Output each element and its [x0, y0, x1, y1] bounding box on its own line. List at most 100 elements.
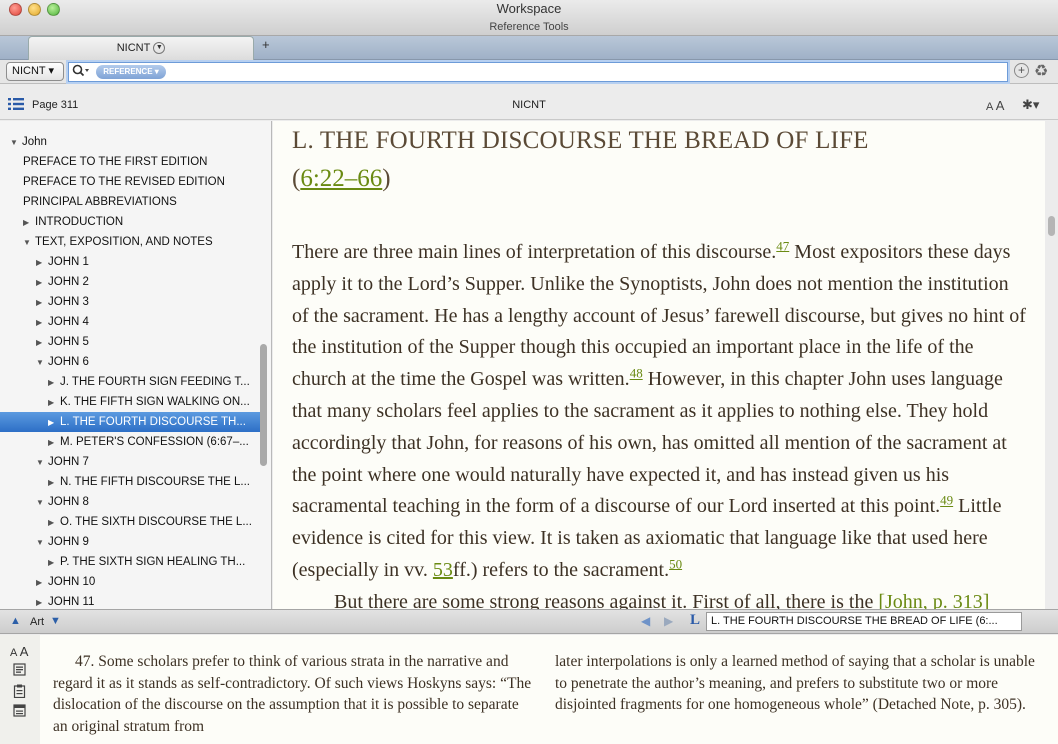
toc-item[interactable]: ▶ JOHN 2 [0, 272, 260, 292]
toc-item[interactable]: ▼ JOHN 8 [0, 492, 260, 512]
toc-item-label: PREFACE TO THE REVISED EDITION [23, 176, 225, 188]
art-label: Art [30, 616, 45, 628]
font-smaller-button[interactable]: A [986, 101, 993, 113]
disclosure-closed-icon[interactable]: ▶ [48, 553, 60, 572]
disclosure-open-icon[interactable]: ▼ [36, 353, 48, 372]
disclosure-closed-icon[interactable]: ▶ [48, 393, 60, 412]
section-title: L. THE FOURTH DISCOURSE THE BREAD OF LIF… [292, 127, 869, 154]
toc-item-label: M. PETER'S CONFESSION (6:67–... [60, 436, 249, 448]
disclosure-closed-icon[interactable]: ▶ [48, 513, 60, 532]
toc-item[interactable]: ▼ TEXT, EXPOSITION, AND NOTES [0, 232, 260, 252]
disclosure-open-icon[interactable]: ▼ [10, 133, 22, 152]
toc-item[interactable]: ▶ JOHN 11 [0, 592, 260, 609]
panel-layout-icon[interactable] [13, 704, 26, 720]
toc-item-label: L. THE FOURTH DISCOURSE TH... [60, 416, 246, 428]
toc-item-label: P. THE SIXTH SIGN HEALING TH... [60, 556, 246, 568]
tab-label: NICNT [116, 42, 151, 54]
section-field[interactable]: L. THE FOURTH DISCOURSE THE BREAD OF LIF… [706, 612, 1022, 631]
scripture-link[interactable]: 6:22–66 [300, 165, 382, 192]
note-display-icon[interactable] [13, 663, 26, 679]
toc-item-label: JOHN 5 [48, 336, 89, 348]
clipboard-icon[interactable] [13, 684, 26, 701]
toc-item-label: O. THE SIXTH DISCOURSE THE L... [60, 516, 252, 528]
disclosure-closed-icon[interactable]: ▶ [48, 473, 60, 492]
page-link[interactable]: [John, p. 313] [878, 591, 989, 609]
chevron-down-icon[interactable]: ▼ [153, 42, 166, 55]
search-input[interactable] [68, 62, 1008, 82]
disclosure-closed-icon[interactable]: ▶ [48, 433, 60, 452]
disclosure-open-icon[interactable]: ▼ [36, 533, 48, 552]
reference-mode-pill[interactable]: REFERENCE ▾ [96, 65, 166, 79]
disclosure-closed-icon[interactable]: ▶ [36, 273, 48, 292]
notes-font-smaller-button[interactable]: A [10, 647, 17, 659]
toc-item[interactable]: ▶ JOHN 10 [0, 572, 260, 592]
disclosure-closed-icon[interactable]: ▶ [23, 213, 35, 232]
notes-font-size-control[interactable]: A A [10, 644, 28, 659]
forward-arrow-icon[interactable]: ▶ [664, 614, 673, 628]
disclosure-open-icon[interactable]: ▼ [36, 453, 48, 472]
paragraph: But there are some strong reasons agains… [292, 587, 1027, 609]
toc-item-label: PRINCIPAL ABBREVIATIONS [23, 196, 177, 208]
reader-scrollbar[interactable] [1048, 216, 1055, 236]
footnote-link[interactable]: 49 [940, 493, 953, 508]
footnote-link[interactable]: 48 [630, 366, 643, 381]
toc-item[interactable]: ▼ John [0, 132, 260, 152]
toc-item-label: J. THE FOURTH SIGN FEEDING T... [60, 376, 250, 388]
font-size-control[interactable]: A A [986, 98, 1004, 113]
gear-icon[interactable]: ✱▾ [1022, 97, 1039, 113]
table-of-contents: ▼ John PREFACE TO THE FIRST EDITION PREFACE… [0, 121, 272, 609]
footnote-link[interactable]: 50 [669, 556, 682, 571]
footnote-link[interactable]: 47 [776, 238, 789, 253]
toc-item[interactable]: ▼ JOHN 6 [0, 352, 260, 372]
toc-item[interactable]: ▶ M. PETER'S CONFESSION (6:67–... [0, 432, 260, 452]
section-link-icon[interactable]: L [690, 612, 700, 629]
toc-item[interactable]: PRINCIPAL ABBREVIATIONS [0, 192, 260, 212]
tab-nicnt[interactable]: NICNT ▼ [28, 36, 254, 60]
footnote-text-column-1: 47. Some scholars prefer to think of var… [53, 653, 532, 735]
toc-scrollbar[interactable] [260, 344, 267, 466]
disclosure-closed-icon[interactable]: ▶ [36, 253, 48, 272]
toc-item[interactable]: ▼ JOHN 9 [0, 532, 260, 552]
triangle-down-icon[interactable]: ▼ [50, 615, 61, 627]
triangle-up-icon[interactable]: ▲ [10, 615, 21, 627]
disclosure-closed-icon[interactable]: ▶ [36, 313, 48, 332]
verse-link[interactable]: 53 [433, 559, 453, 581]
toc-item[interactable]: ▶ JOHN 4 [0, 312, 260, 332]
toc-item[interactable]: ▼ JOHN 7 [0, 452, 260, 472]
toc-item[interactable]: PREFACE TO THE FIRST EDITION [0, 152, 260, 172]
toc-item-label: TEXT, EXPOSITION, AND NOTES [35, 236, 213, 248]
disclosure-closed-icon[interactable]: ▶ [36, 593, 48, 609]
toc-item[interactable]: ▶ P. THE SIXTH SIGN HEALING TH... [0, 552, 260, 572]
font-larger-button[interactable]: A [996, 98, 1005, 113]
toc-item[interactable]: PREFACE TO THE REVISED EDITION [0, 172, 260, 192]
recycle-icon[interactable]: ♻ [1034, 61, 1048, 81]
disclosure-closed-icon[interactable]: ▶ [36, 293, 48, 312]
toc-item[interactable]: ▶ N. THE FIFTH DISCOURSE THE L... [0, 472, 260, 492]
notes-font-larger-button[interactable]: A [20, 644, 29, 659]
add-icon[interactable]: + [1014, 63, 1029, 78]
search-icon[interactable] [72, 64, 90, 80]
back-arrow-icon[interactable]: ◀ [641, 614, 650, 628]
toc-item[interactable]: ▶ J. THE FOURTH SIGN FEEDING T... [0, 372, 260, 392]
new-tab-button[interactable]: + [262, 37, 270, 52]
toc-item[interactable]: ▶ L. THE FOURTH DISCOURSE TH... [0, 412, 260, 432]
toc-item[interactable]: ▶ K. THE FIFTH SIGN WALKING ON... [0, 392, 260, 412]
toc-item[interactable]: ▶ O. THE SIXTH DISCOURSE THE L... [0, 512, 260, 532]
toc-item-label: JOHN 1 [48, 256, 89, 268]
toc-item[interactable]: ▶ JOHN 3 [0, 292, 260, 312]
toc-item[interactable]: ▶ JOHN 1 [0, 252, 260, 272]
disclosure-closed-icon[interactable]: ▶ [48, 413, 60, 432]
toc-item[interactable]: ▶ INTRODUCTION [0, 212, 260, 232]
toc-item-label: JOHN 11 [48, 596, 95, 608]
disclosure-open-icon[interactable]: ▼ [23, 233, 35, 252]
disclosure-closed-icon[interactable]: ▶ [48, 373, 60, 392]
toc-item-label: JOHN 3 [48, 296, 89, 308]
body-text-run: However, in this chapter John uses langu… [292, 368, 1007, 518]
toc-item-label: JOHN 10 [48, 576, 96, 588]
disclosure-closed-icon[interactable]: ▶ [36, 333, 48, 352]
toc-item-label: JOHN 4 [48, 316, 89, 328]
toc-item[interactable]: ▶ JOHN 5 [0, 332, 260, 352]
disclosure-open-icon[interactable]: ▼ [36, 493, 48, 512]
disclosure-closed-icon[interactable]: ▶ [36, 573, 48, 592]
resource-select[interactable]: NICNT ▾ [6, 62, 64, 81]
